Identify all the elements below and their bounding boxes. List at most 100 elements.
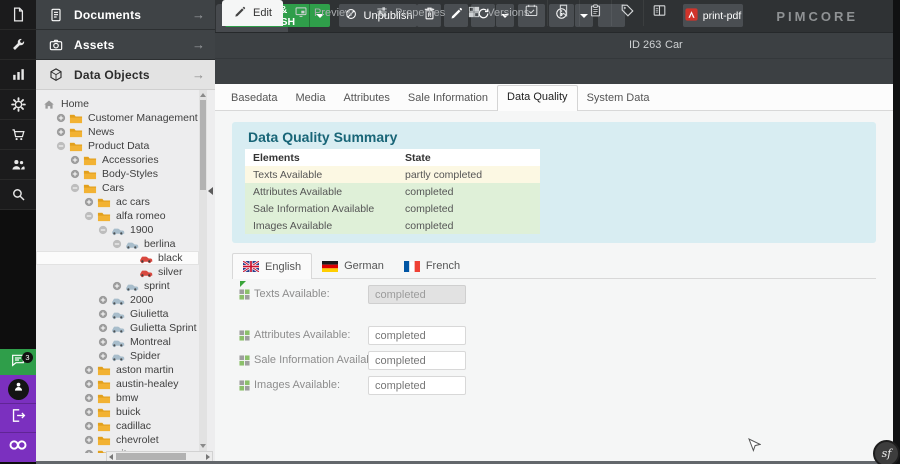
expand-plus-icon[interactable] xyxy=(84,393,97,404)
notifications-button[interactable]: 3 xyxy=(0,349,36,375)
field-input-texts-available[interactable] xyxy=(368,285,466,304)
tree-item-product-data[interactable]: Product Data xyxy=(36,139,199,153)
collapse-minus-icon[interactable] xyxy=(56,141,69,152)
symfony-debug-badge[interactable]: sf xyxy=(873,440,900,464)
tree-item-alfa-romeo[interactable]: alfa romeo xyxy=(36,209,199,223)
schedule-button[interactable] xyxy=(515,0,547,26)
tree-item-2000[interactable]: 2000 xyxy=(36,293,199,307)
tree-item-ac-cars[interactable]: ac cars xyxy=(36,195,199,209)
tree-item-silver[interactable]: silver xyxy=(36,265,199,279)
expand-plus-icon[interactable] xyxy=(56,127,69,138)
tree-item-chevrolet[interactable]: chevrolet xyxy=(36,433,199,447)
reports-button[interactable] xyxy=(643,0,675,26)
scroll-left-icon[interactable] xyxy=(109,454,113,460)
tree-item-austin-healey[interactable]: austin-healey xyxy=(36,377,199,391)
language-tab-french[interactable]: French xyxy=(394,253,470,279)
column-header: State xyxy=(397,149,540,166)
car-red-icon xyxy=(139,252,155,264)
tree-item-body-styles[interactable]: Body-Styles xyxy=(36,167,199,181)
tree-item-cadillac[interactable]: cadillac xyxy=(36,419,199,433)
expand-plus-icon[interactable] xyxy=(70,155,83,166)
expand-plus-icon[interactable] xyxy=(56,113,69,124)
sidebar-item-data-objects[interactable]: Data Objects → xyxy=(36,60,215,90)
tree-item-customer-management[interactable]: Customer Management xyxy=(36,111,199,125)
expand-plus-icon[interactable] xyxy=(84,435,97,446)
expand-plus-icon[interactable] xyxy=(98,323,111,334)
folder-icon xyxy=(97,420,113,432)
collapse-minus-icon[interactable] xyxy=(84,211,97,222)
tree-item-berlina[interactable]: berlina xyxy=(36,237,199,251)
notes-button[interactable] xyxy=(579,0,611,26)
expand-plus-icon[interactable] xyxy=(98,337,111,348)
scroll-down-icon[interactable] xyxy=(200,444,206,448)
tree-item-bmw[interactable]: bmw xyxy=(36,391,199,405)
tree-item-label: Body-Styles xyxy=(102,168,158,180)
scrollbar-thumb[interactable] xyxy=(200,100,206,190)
field-input-sale-information-available[interactable] xyxy=(368,351,466,370)
field-input-images-available[interactable] xyxy=(368,376,466,395)
ribbon-tab-preview[interactable]: Preview xyxy=(283,0,364,26)
expand-plus-icon[interactable] xyxy=(84,421,97,432)
rail-tools-button[interactable] xyxy=(0,30,36,60)
user-menu-button[interactable] xyxy=(0,375,36,404)
expand-plus-icon[interactable] xyxy=(84,197,97,208)
sidebar-item-documents[interactable]: Documents → xyxy=(36,0,215,30)
tab-basedata[interactable]: Basedata xyxy=(222,85,286,111)
tree-item-1900[interactable]: 1900 xyxy=(36,223,199,237)
collapse-minus-icon[interactable] xyxy=(112,239,125,250)
language-tab-german[interactable]: German xyxy=(312,253,394,279)
expand-plus-icon[interactable] xyxy=(98,351,111,362)
object-type-label: Car xyxy=(665,32,683,58)
expand-plus-icon[interactable] xyxy=(70,169,83,180)
tab-media[interactable]: Media xyxy=(286,85,334,111)
expand-plus-icon[interactable] xyxy=(84,379,97,390)
tree-vertical-scrollbar[interactable] xyxy=(199,90,207,451)
logout-button[interactable] xyxy=(0,404,36,433)
rail-documents-button[interactable] xyxy=(0,0,36,30)
sidebar-collapse-handle[interactable] xyxy=(208,187,213,195)
tree-item-spider[interactable]: Spider xyxy=(36,349,199,363)
tree-item-montreal[interactable]: Montreal xyxy=(36,335,199,349)
sidebar-item-assets[interactable]: Assets → xyxy=(36,30,215,60)
rail-search-button[interactable] xyxy=(0,180,36,210)
scroll-up-icon[interactable] xyxy=(200,93,206,97)
tree-item-giulietta[interactable]: Giulietta xyxy=(36,307,199,321)
expand-plus-icon[interactable] xyxy=(84,365,97,376)
tree-item-sprint[interactable]: sprint xyxy=(36,279,199,293)
tab-data-quality[interactable]: Data Quality xyxy=(497,85,578,111)
expand-plus-icon[interactable] xyxy=(112,281,125,292)
tree-item-label: bmw xyxy=(116,392,138,404)
tree-item-buick[interactable]: buick xyxy=(36,405,199,419)
collapse-minus-icon[interactable] xyxy=(98,225,111,236)
expand-plus-icon[interactable] xyxy=(84,407,97,418)
expand-plus-icon[interactable] xyxy=(98,295,111,306)
scroll-right-icon[interactable] xyxy=(206,454,210,460)
expand-plus-icon[interactable] xyxy=(98,309,111,320)
tree-item-news[interactable]: News xyxy=(36,125,199,139)
rail-reports-button[interactable] xyxy=(0,60,36,90)
tab-sale-information[interactable]: Sale Information xyxy=(399,85,497,111)
scrollbar-thumb[interactable] xyxy=(116,453,186,460)
print-pdf-button[interactable]: print-pdf xyxy=(683,4,743,27)
expand-plus-icon[interactable] xyxy=(84,449,97,454)
tree-item-home[interactable]: Home xyxy=(36,97,199,111)
tab-system-data[interactable]: System Data xyxy=(578,85,659,111)
tree-item-black[interactable]: black xyxy=(36,251,199,265)
rail-settings-button[interactable] xyxy=(0,90,36,120)
ribbon-tab-edit[interactable]: Edit xyxy=(222,0,283,26)
language-tab-english[interactable]: English xyxy=(232,253,312,279)
tree-item-aston-martin[interactable]: aston martin xyxy=(36,363,199,377)
rail-ecommerce-button[interactable] xyxy=(0,120,36,150)
collapse-minus-icon[interactable] xyxy=(70,183,83,194)
tags-button[interactable] xyxy=(611,0,643,26)
tree-item-accessories[interactable]: Accessories xyxy=(36,153,199,167)
calculated-value-icon xyxy=(239,355,250,366)
tree-item-cars[interactable]: Cars xyxy=(36,181,199,195)
ribbon-tab-properties[interactable]: Properties xyxy=(364,0,456,26)
field-input-attributes-available[interactable] xyxy=(368,326,466,345)
pimcore-logo-button[interactable] xyxy=(0,433,36,462)
tree-item-gulietta-sprint-speciale[interactable]: Gulietta Sprint Speciale xyxy=(36,321,199,335)
tab-attributes[interactable]: Attributes xyxy=(334,85,398,111)
rail-customers-button[interactable] xyxy=(0,150,36,180)
bookmark-button[interactable] xyxy=(547,0,579,26)
